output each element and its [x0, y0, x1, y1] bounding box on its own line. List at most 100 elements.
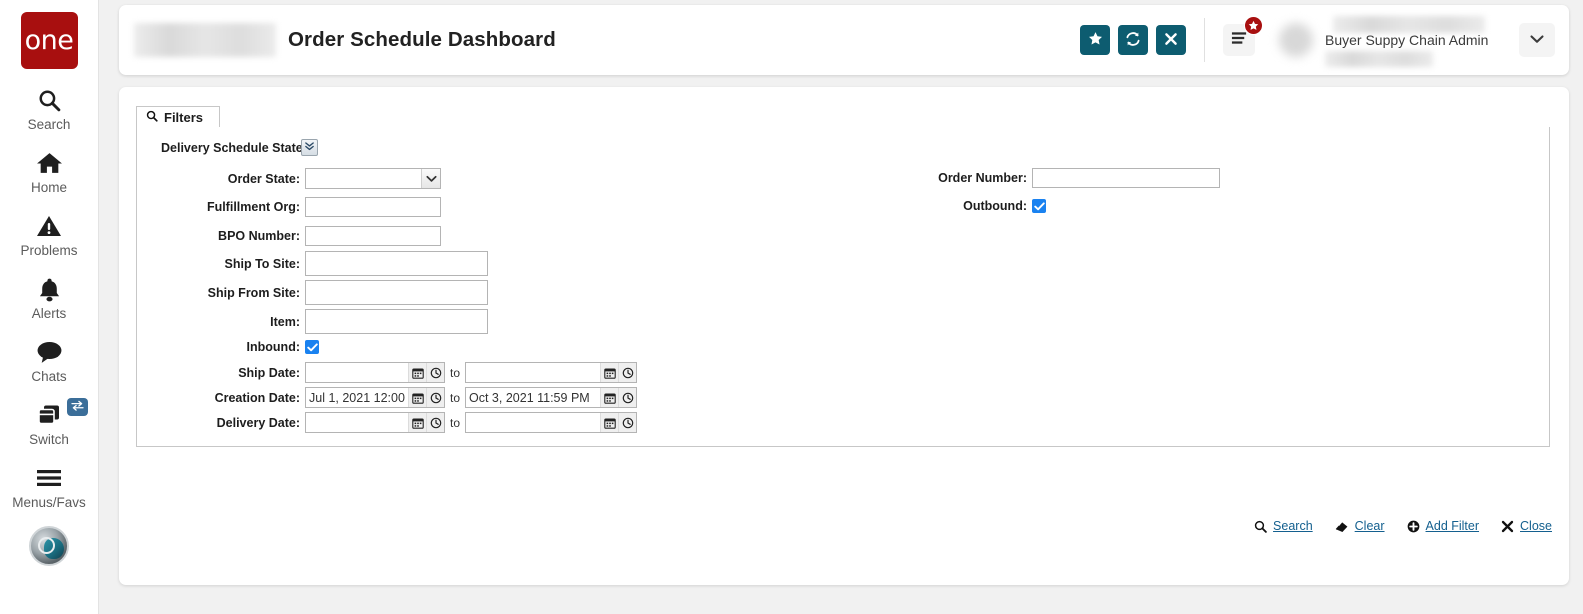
filter-actions: Search Clear Add Filter Close: [1254, 519, 1552, 533]
label-delivery-date: Delivery Date:: [161, 416, 300, 430]
clock-icon[interactable]: [618, 388, 636, 407]
delivery-date-to[interactable]: [465, 412, 637, 433]
inbound-checkbox[interactable]: [305, 340, 319, 354]
order-number-input[interactable]: [1032, 168, 1220, 188]
list-menu-icon: [1231, 31, 1248, 50]
close-link[interactable]: Close: [1501, 519, 1552, 533]
creation-date-to-input[interactable]: [466, 388, 600, 407]
field-ship-from-site: Ship From Site:: [161, 280, 488, 305]
sidebar-label-chats: Chats: [31, 369, 66, 384]
label-outbound: Outbound:: [917, 199, 1027, 213]
filters-panel: Delivery Schedule State: Order State:: [136, 127, 1550, 447]
clear-link[interactable]: Clear: [1335, 519, 1385, 533]
favorite-button[interactable]: [1080, 25, 1110, 55]
sidebar-label-home: Home: [31, 180, 67, 195]
bpo-number-input[interactable]: [305, 226, 441, 246]
label-fulfillment-org: Fulfillment Org:: [161, 200, 300, 214]
field-bpo-number: BPO Number:: [161, 226, 441, 246]
clock-icon[interactable]: [426, 413, 444, 432]
refresh-button[interactable]: [1118, 25, 1148, 55]
ship-from-site-input[interactable]: [305, 280, 488, 305]
swap-arrows-icon: [71, 398, 84, 416]
header-divider: [1204, 18, 1205, 62]
creation-date-to[interactable]: [465, 387, 637, 408]
clock-icon[interactable]: [618, 413, 636, 432]
field-item: Item:: [161, 309, 488, 334]
close-button[interactable]: [1156, 25, 1186, 55]
field-ship-date: Ship Date: to: [161, 362, 637, 383]
chat-bubble-icon: [36, 337, 63, 367]
sidebar-item-problems[interactable]: Problems: [0, 211, 99, 258]
sidebar-item-chats[interactable]: Chats: [0, 337, 99, 384]
header-avatar[interactable]: [1279, 23, 1313, 57]
ship-date-from-input[interactable]: [306, 363, 408, 382]
label-creation-date: Creation Date:: [161, 391, 300, 405]
add-filter-link[interactable]: Add Filter: [1407, 519, 1480, 533]
sidebar-item-alerts[interactable]: Alerts: [0, 274, 99, 321]
calendar-icon[interactable]: [600, 388, 618, 407]
field-delivery-schedule-state: Delivery Schedule State:: [161, 139, 318, 156]
double-chevron-down-icon: [304, 139, 315, 157]
delivery-date-from-input[interactable]: [306, 413, 408, 432]
tab-filters-label: Filters: [164, 110, 203, 125]
sidebar-item-home[interactable]: Home: [0, 148, 99, 195]
ship-date-from[interactable]: [305, 362, 445, 383]
sidebar-label-menus-favs: Menus/Favs: [12, 495, 86, 510]
label-order-number: Order Number:: [917, 171, 1027, 185]
delivery-date-to-input[interactable]: [466, 413, 600, 432]
sidebar-label-switch: Switch: [29, 432, 69, 447]
search-link[interactable]: Search: [1254, 519, 1313, 533]
sidebar-item-switch[interactable]: Switch: [0, 400, 99, 447]
ship-to-site-input[interactable]: [305, 251, 488, 276]
left-sidebar: one Search Home Problems Alerts: [0, 0, 99, 614]
ship-date-to[interactable]: [465, 362, 637, 383]
header-actions: Buyer Suppy Chain Admin: [1080, 5, 1569, 75]
creation-date-from-input[interactable]: [306, 388, 408, 407]
chevron-down-icon: [1530, 31, 1544, 49]
menu-button[interactable]: [1223, 24, 1255, 56]
calendar-icon[interactable]: [600, 413, 618, 432]
page-header: Order Schedule Dashboard: [119, 5, 1569, 75]
outbound-checkbox[interactable]: [1032, 199, 1046, 213]
app-root: one Search Home Problems Alerts: [0, 0, 1583, 614]
sidebar-item-search[interactable]: Search: [0, 85, 99, 132]
clock-icon[interactable]: [426, 363, 444, 382]
sidebar-label-search: Search: [28, 117, 71, 132]
creation-date-from[interactable]: [305, 387, 445, 408]
label-ship-to-site: Ship To Site:: [161, 257, 300, 271]
plus-circle-icon: [1407, 520, 1420, 533]
search-link-label: Search: [1273, 519, 1313, 533]
calendar-icon[interactable]: [408, 363, 426, 382]
switch-badge[interactable]: [67, 398, 88, 416]
delivery-date-from[interactable]: [305, 412, 445, 433]
delivery-schedule-state-expander[interactable]: [301, 139, 318, 156]
clock-icon[interactable]: [618, 363, 636, 382]
windows-stack-icon: [36, 400, 62, 430]
add-filter-link-label: Add Filter: [1426, 519, 1480, 533]
label-item: Item:: [161, 315, 300, 329]
field-fulfillment-org: Fulfillment Org:: [161, 197, 441, 217]
calendar-icon[interactable]: [408, 388, 426, 407]
redacted-user-name: [1333, 16, 1485, 33]
sidebar-item-menus-favs[interactable]: Menus/Favs: [0, 463, 99, 510]
field-ship-to-site: Ship To Site:: [161, 251, 488, 276]
order-state-select[interactable]: [305, 168, 441, 189]
label-ship-from-site: Ship From Site:: [161, 286, 300, 300]
fulfillment-org-input[interactable]: [305, 197, 441, 217]
user-avatar-icon[interactable]: [29, 526, 69, 566]
label-ship-date: Ship Date:: [161, 366, 300, 380]
item-input[interactable]: [305, 309, 488, 334]
sidebar-label-problems: Problems: [20, 243, 77, 258]
clock-icon[interactable]: [426, 388, 444, 407]
calendar-icon[interactable]: [408, 413, 426, 432]
calendar-icon[interactable]: [600, 363, 618, 382]
x-icon: [1501, 520, 1514, 533]
ship-date-separator: to: [450, 366, 460, 380]
main-content-card: Filters Delivery Schedule State: Order S…: [119, 87, 1569, 585]
user-menu-toggle[interactable]: [1519, 23, 1555, 57]
brand-logo[interactable]: one: [21, 12, 78, 69]
ship-date-to-input[interactable]: [466, 363, 600, 382]
tab-filters[interactable]: Filters: [136, 106, 220, 128]
search-icon: [37, 85, 62, 115]
menu-star-badge: [1244, 16, 1263, 35]
